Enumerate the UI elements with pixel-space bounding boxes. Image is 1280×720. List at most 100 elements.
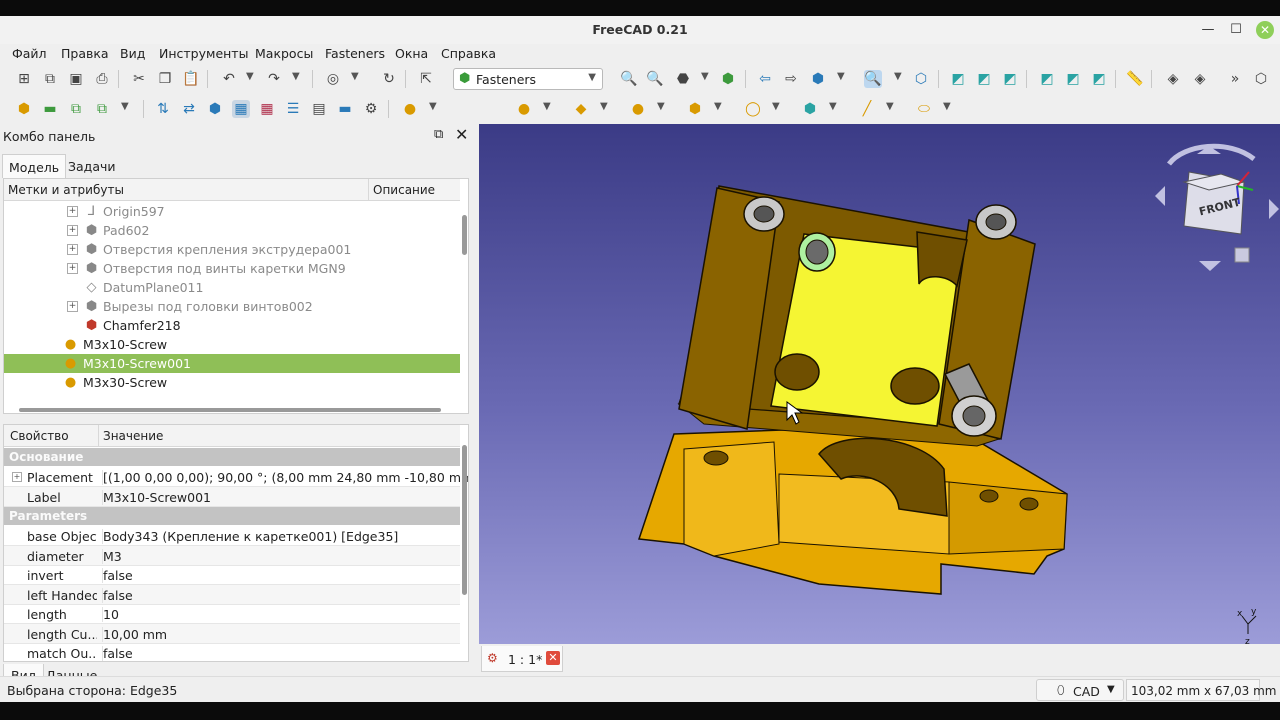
property-row[interactable]: length 10 bbox=[4, 604, 460, 624]
front-view-icon[interactable]: ◩ bbox=[949, 70, 967, 88]
property-value[interactable]: 10 bbox=[102, 607, 119, 622]
undo-dropdown-icon[interactable]: ▼ bbox=[246, 71, 254, 82]
menu-windows[interactable]: Окна bbox=[395, 46, 428, 61]
property-value[interactable]: [(1,00 0,00 0,00); 90,00 °; (8,00 mm 24,… bbox=[102, 470, 468, 485]
link-icon[interactable]: ⧉ bbox=[67, 100, 85, 118]
undock-icon[interactable]: ⧉ bbox=[434, 127, 443, 142]
bottom-view-icon[interactable]: ◩ bbox=[1064, 70, 1082, 88]
navigation-cube[interactable]: FRONT bbox=[1155, 143, 1279, 271]
tree-item[interactable]: ● M3x10-Screw bbox=[4, 335, 460, 354]
screw-icon[interactable]: ● bbox=[401, 100, 419, 118]
expand-icon[interactable]: + bbox=[67, 244, 78, 255]
close-window-button[interactable]: ✕ bbox=[1256, 21, 1274, 39]
menu-tools[interactable]: Инструменты bbox=[159, 46, 248, 61]
property-group[interactable]: Основание bbox=[4, 448, 460, 466]
close-icon[interactable]: ✕ bbox=[455, 125, 468, 144]
draw-style-dropdown-icon[interactable]: ▼ bbox=[701, 71, 709, 82]
navigation-style-selector[interactable]: ⬯ CAD ▼ bbox=[1036, 679, 1124, 701]
menu-file[interactable]: Файл bbox=[12, 46, 47, 61]
isometric-view-icon[interactable]: ⬡ bbox=[912, 70, 930, 88]
property-row[interactable]: length Cu... 10,00 mm bbox=[4, 624, 460, 644]
menu-fasteners[interactable]: Fasteners bbox=[325, 46, 385, 61]
tree-item[interactable]: + ⬢ Отверстия под винты каретки MGN9 bbox=[4, 259, 460, 278]
sync-view-icon[interactable]: ⬢ bbox=[809, 70, 827, 88]
link-dropdown-icon[interactable]: ▼ bbox=[121, 101, 129, 112]
menu-help[interactable]: Справка bbox=[441, 46, 496, 61]
redo-dropdown-icon[interactable]: ▼ bbox=[292, 71, 300, 82]
property-value[interactable]: M3x10-Screw001 bbox=[102, 490, 211, 505]
property-col-value[interactable]: Значение bbox=[98, 425, 167, 447]
rod-icon[interactable]: ╱ bbox=[858, 100, 876, 118]
open-icon[interactable]: ⧉ bbox=[41, 70, 59, 88]
fit-all-icon[interactable]: 🔍 bbox=[620, 70, 638, 88]
tab-model[interactable]: Модель bbox=[2, 154, 67, 178]
fastener-list-icon[interactable]: ▦ bbox=[258, 100, 276, 118]
left-view-icon[interactable]: ◩ bbox=[1090, 70, 1108, 88]
property-row[interactable]: diameter M3 bbox=[4, 546, 460, 566]
minimize-button[interactable]: — bbox=[1198, 20, 1218, 40]
close-tab-icon[interactable]: ✕ bbox=[546, 651, 560, 665]
property-row[interactable]: match Ou... false bbox=[4, 643, 460, 661]
tree-item[interactable]: + ⬢ Вырезы под головки винтов002 bbox=[4, 297, 460, 316]
draw-style-icon[interactable]: ⬣ bbox=[674, 70, 692, 88]
move-fastener-icon[interactable]: ⇅ bbox=[154, 100, 172, 118]
property-row[interactable]: Label M3x10-Screw001 bbox=[4, 487, 460, 507]
countersunk-screw-icon[interactable]: ◆ bbox=[572, 100, 590, 118]
tree-item[interactable]: + ⬢ Отверстия крепления экструдера001 bbox=[4, 240, 460, 259]
set-screw-dropdown-icon[interactable]: ▼ bbox=[657, 101, 665, 112]
expand-icon[interactable]: + bbox=[67, 263, 78, 274]
std-tool-c-icon[interactable]: ⬡ bbox=[1252, 70, 1270, 88]
rear-view-icon[interactable]: ◩ bbox=[1038, 70, 1056, 88]
property-value[interactable]: Body343 (Крепление к каретке001) [Edge35… bbox=[102, 529, 398, 544]
tree-item[interactable]: ● M3x30-Screw bbox=[4, 373, 460, 392]
property-value[interactable]: M3 bbox=[102, 549, 122, 564]
measure-distance-icon[interactable]: 📏 bbox=[1126, 70, 1144, 88]
match-fastener-icon[interactable]: ▦ bbox=[232, 100, 250, 118]
settings-icon[interactable]: ⚙ bbox=[362, 100, 380, 118]
macro-icon[interactable]: ◎ bbox=[324, 70, 342, 88]
tree-horizontal-scrollbar[interactable] bbox=[19, 408, 441, 412]
expand-icon[interactable]: + bbox=[67, 301, 78, 312]
workbench-selector[interactable]: ⬢ Fasteners ▼ bbox=[453, 68, 603, 90]
nut-dropdown-icon[interactable]: ▼ bbox=[714, 101, 722, 112]
property-value[interactable]: false bbox=[102, 588, 133, 603]
screw-dropdown-icon[interactable]: ▼ bbox=[429, 101, 437, 112]
property-row[interactable]: base Object Body343 (Крепление к каретке… bbox=[4, 526, 460, 546]
undo-icon[interactable]: ↶ bbox=[220, 70, 238, 88]
property-col-name[interactable]: Свойство bbox=[10, 429, 69, 443]
tree-col-labels[interactable]: Метки и атрибуты bbox=[8, 183, 124, 197]
top-view-icon[interactable]: ◩ bbox=[975, 70, 993, 88]
pcb-standoff-icon[interactable]: ⬭ bbox=[915, 100, 933, 118]
new-document-icon[interactable]: ⊞ bbox=[15, 70, 33, 88]
bolt-dropdown-icon[interactable]: ▼ bbox=[543, 101, 551, 112]
property-row[interactable]: left Handed false bbox=[4, 585, 460, 605]
cut-icon[interactable]: ✂ bbox=[130, 70, 148, 88]
set-screw-icon[interactable]: ● bbox=[629, 100, 647, 118]
property-value[interactable]: false bbox=[102, 568, 133, 583]
tree-col-description[interactable]: Описание bbox=[368, 179, 439, 201]
menu-edit[interactable]: Правка bbox=[61, 46, 109, 61]
insert-dropdown-icon[interactable]: ▼ bbox=[829, 101, 837, 112]
countersunk-dropdown-icon[interactable]: ▼ bbox=[600, 101, 608, 112]
standoff-dropdown-icon[interactable]: ▼ bbox=[943, 101, 951, 112]
copy-icon[interactable]: ❐ bbox=[156, 70, 174, 88]
property-row[interactable]: + Placement [(1,00 0,00 0,00); 90,00 °; … bbox=[4, 467, 468, 487]
washer-dropdown-icon[interactable]: ▼ bbox=[772, 101, 780, 112]
expand-icon[interactable]: + bbox=[12, 472, 22, 482]
bounding-box-icon[interactable]: ⬢ bbox=[719, 70, 737, 88]
bill-of-materials-icon[interactable]: ☰ bbox=[284, 100, 302, 118]
flip-fastener-icon[interactable]: ⇄ bbox=[180, 100, 198, 118]
save-icon[interactable]: ▣ bbox=[67, 70, 85, 88]
rod-dropdown-icon[interactable]: ▼ bbox=[886, 101, 894, 112]
fit-selection-icon[interactable]: 🔍 bbox=[646, 70, 664, 88]
std-tool-b-icon[interactable]: ◈ bbox=[1191, 70, 1209, 88]
zoom-dropdown-icon[interactable]: ▼ bbox=[894, 71, 902, 82]
property-value[interactable]: 10,00 mm bbox=[102, 627, 167, 642]
right-view-icon[interactable]: ◩ bbox=[1001, 70, 1019, 88]
forward-icon[interactable]: ⇨ bbox=[782, 70, 800, 88]
std-tool-a-icon[interactable]: ◈ bbox=[1164, 70, 1182, 88]
refresh-icon[interactable]: ↻ bbox=[380, 70, 398, 88]
tree-vertical-scrollbar[interactable] bbox=[462, 215, 467, 255]
print-icon[interactable]: ⎙ bbox=[93, 70, 111, 88]
chain-icon[interactable]: ▬ bbox=[336, 100, 354, 118]
